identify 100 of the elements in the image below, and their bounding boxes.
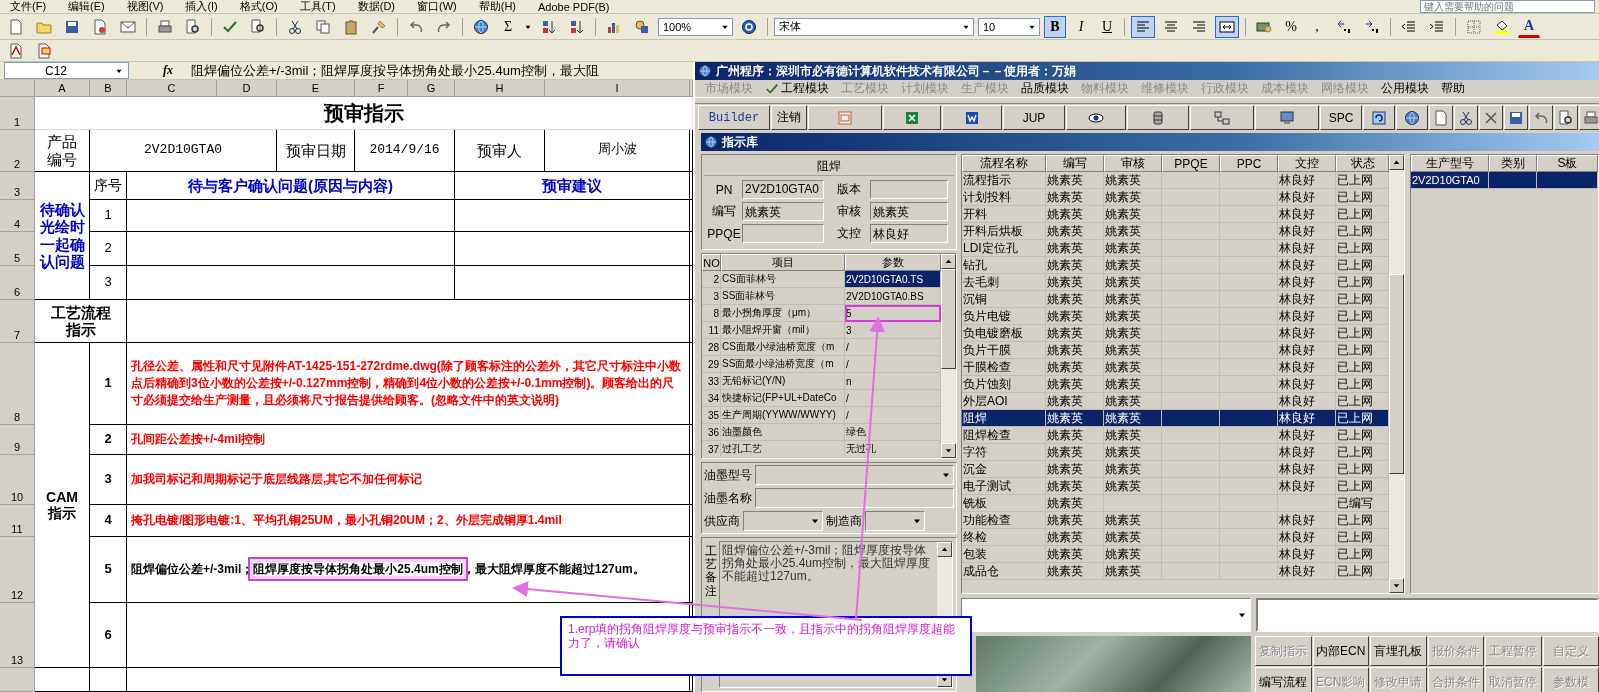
table-cell[interactable]: 姚素英 (1104, 461, 1162, 478)
table-cell[interactable]: 姚素英 (1046, 359, 1104, 376)
table-cell[interactable]: 林良好 (1278, 376, 1336, 393)
field-box[interactable]: 姚素英 (742, 202, 824, 221)
table-cell[interactable]: 功能检查 (962, 512, 1046, 529)
table-cell[interactable]: 干膜检查 (962, 359, 1046, 376)
toolbar-button[interactable]: 注销 (771, 105, 807, 130)
table-cell[interactable]: 姚素英 (1104, 410, 1162, 427)
table-cell[interactable]: 林良好 (1278, 223, 1336, 240)
menu-item[interactable]: 编辑(E) (62, 0, 117, 14)
refresh-button[interactable] (1363, 105, 1395, 130)
field-box[interactable]: 2V2D10GTA0 (742, 180, 824, 199)
table-cell[interactable]: 姚素英 (1104, 189, 1162, 206)
table-cell[interactable]: 姚素英 (1104, 529, 1162, 546)
table-cell[interactable]: 姚素英 (1046, 512, 1104, 529)
table-cell[interactable]: 终检 (962, 529, 1046, 546)
table-cell[interactable]: 林良好 (1278, 359, 1336, 376)
table-cell[interactable]: 姚素英 (1104, 546, 1162, 563)
table-cell[interactable]: 姚素英 (1104, 478, 1162, 495)
column-header[interactable]: 状态 (1336, 155, 1389, 172)
table-cell[interactable]: 林良好 (1278, 240, 1336, 257)
table-cell[interactable]: 林良好 (1278, 444, 1336, 461)
table-cell[interactable]: 林良好 (1278, 257, 1336, 274)
menu-item[interactable]: 文件(F) (4, 0, 59, 14)
table-cell[interactable]: 姚素英 (1104, 342, 1162, 359)
table-cell[interactable]: 林良好 (1278, 427, 1336, 444)
table-cell[interactable]: 林良好 (1278, 325, 1336, 342)
table-cell[interactable]: 姚素英 (1104, 274, 1162, 291)
toolbar-button[interactable]: SPC (1320, 105, 1362, 130)
table-cell[interactable]: 姚素英 (1104, 172, 1162, 189)
toolbar-button[interactable]: Builder (698, 105, 770, 130)
column-header[interactable]: 生产型号 (1411, 155, 1489, 172)
table-cell[interactable]: LDI定位孔 (962, 240, 1046, 257)
row-header[interactable]: 5 (0, 232, 35, 266)
table-cell[interactable]: 电子测试 (962, 478, 1046, 495)
underline-button[interactable]: U (1096, 15, 1118, 38)
module-menu-item[interactable]: 帮助 (1435, 80, 1471, 97)
row-header[interactable]: 2 (0, 130, 35, 172)
input-field[interactable] (755, 488, 954, 508)
column-header[interactable]: A (35, 80, 90, 97)
autosum-button[interactable]: Σ (497, 15, 519, 38)
row-header[interactable]: 3 (0, 172, 35, 200)
globe-button[interactable] (1396, 105, 1428, 130)
table-cell[interactable]: 林良好 (1278, 461, 1336, 478)
field-box[interactable] (870, 180, 948, 199)
column-header[interactable]: 审核 (1104, 155, 1162, 172)
table-cell[interactable]: 成品仓 (962, 563, 1046, 580)
column-header[interactable]: B (90, 80, 127, 97)
row-header[interactable]: 1 (0, 97, 35, 130)
row-header[interactable]: 8 (0, 343, 35, 425)
table-cell[interactable]: 姚素英 (1046, 529, 1104, 546)
table-cell[interactable]: 姚素英 (1046, 461, 1104, 478)
table-cell[interactable]: 阻焊 (962, 410, 1046, 427)
dropdown-field[interactable] (755, 465, 954, 485)
database-button[interactable] (1127, 105, 1189, 130)
italic-button[interactable]: I (1070, 15, 1092, 38)
table-cell[interactable]: 姚素英 (1046, 495, 1104, 512)
column-header[interactable]: H (455, 80, 545, 97)
column-header[interactable]: F (355, 80, 408, 97)
column-header[interactable]: PPC (1220, 155, 1278, 172)
table-cell[interactable]: 姚素英 (1104, 512, 1162, 529)
table-cell[interactable]: 铣板 (962, 495, 1046, 512)
document-button[interactable] (942, 105, 1002, 130)
table-cell[interactable]: 负电镀磨板 (962, 325, 1046, 342)
toolbar-button[interactable]: JUP (1003, 105, 1065, 130)
eye-button[interactable] (1066, 105, 1126, 130)
cut-button[interactable] (1454, 105, 1478, 130)
table-cell[interactable]: 包装 (962, 546, 1046, 563)
table-cell[interactable]: 姚素英 (1046, 444, 1104, 461)
column-header[interactable]: NO (702, 254, 721, 271)
dropdown-field[interactable] (961, 598, 1251, 632)
dropdown-field[interactable] (865, 511, 925, 531)
font-color-button[interactable]: A (1518, 15, 1540, 38)
column-header[interactable]: 项目 (721, 254, 845, 271)
table-cell[interactable]: 沉金 (962, 461, 1046, 478)
table-cell[interactable]: 姚素英 (1104, 257, 1162, 274)
percent-button[interactable]: % (1280, 15, 1302, 38)
print-preview-button[interactable] (1554, 105, 1578, 130)
table-cell[interactable]: 林良好 (1278, 529, 1336, 546)
table-cell[interactable]: 姚素英 (1046, 172, 1104, 189)
table-cell[interactable]: 姚素英 (1046, 308, 1104, 325)
function-label[interactable]: fx (163, 63, 173, 78)
module-menu-item[interactable]: 公用模块 (1375, 80, 1435, 97)
table-cell[interactable]: 阻焊检查 (962, 427, 1046, 444)
table-cell[interactable]: 姚素英 (1104, 291, 1162, 308)
table-cell[interactable]: 开料 (962, 206, 1046, 223)
font-select[interactable]: 宋体 (774, 17, 974, 36)
menu-item[interactable]: 帮助(H) (472, 0, 528, 14)
field-box[interactable]: 姚素英 (870, 202, 948, 221)
table-cell[interactable]: 姚素英 (1046, 240, 1104, 257)
table-cell[interactable]: 5 (845, 305, 941, 322)
row-header[interactable]: 4 (0, 200, 35, 232)
column-header[interactable]: 流程名称 (962, 155, 1046, 172)
table-cell[interactable]: 字符 (962, 444, 1046, 461)
table-cell[interactable]: 姚素英 (1046, 257, 1104, 274)
form-button[interactable] (808, 105, 882, 130)
column-header[interactable]: G (408, 80, 455, 97)
monitor-button[interactable] (1255, 105, 1319, 130)
action-button[interactable]: 盲埋孔板 (1370, 636, 1427, 666)
dropdown-field[interactable] (743, 511, 823, 531)
